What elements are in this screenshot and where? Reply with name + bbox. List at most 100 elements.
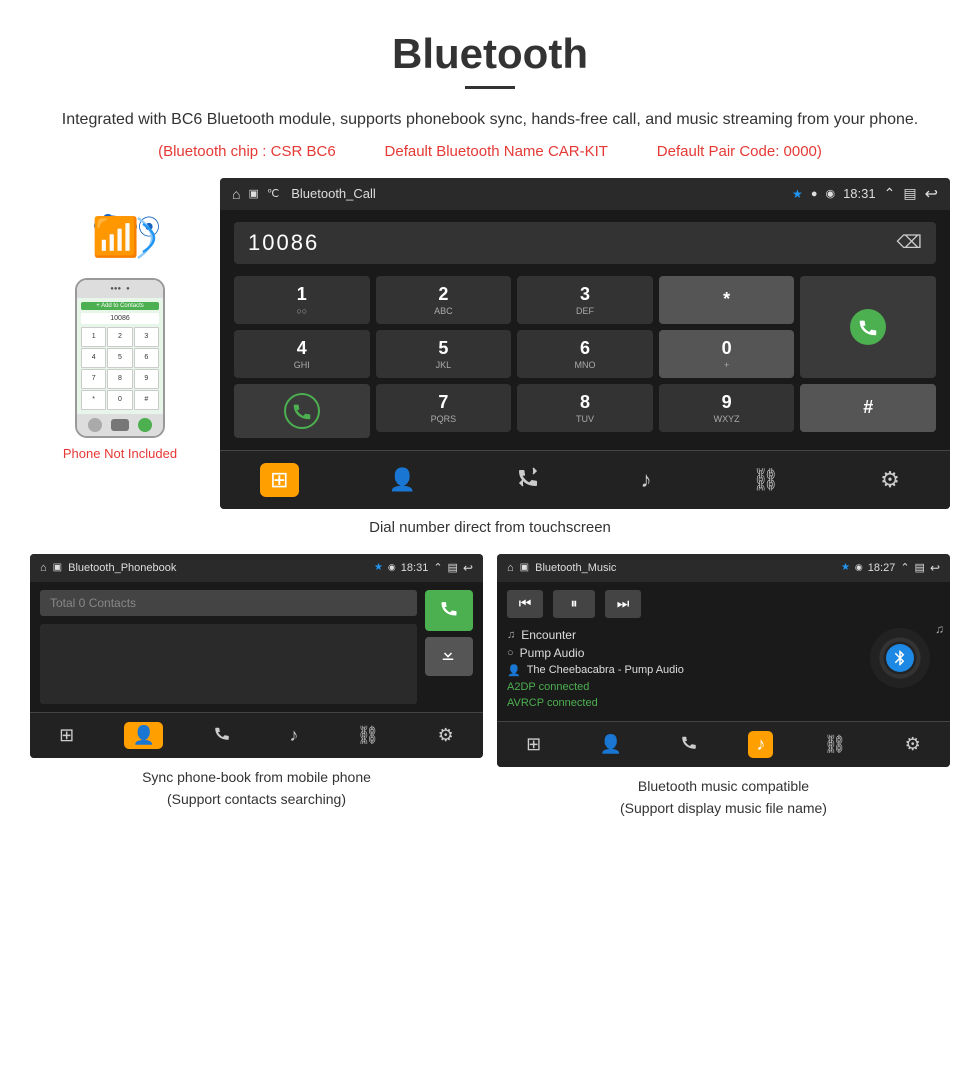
key-6-button[interactable]: 6 MNO xyxy=(517,330,653,378)
album-line: ○ Pump Audio xyxy=(507,646,860,660)
ms-nav-link[interactable]: ⛓ xyxy=(816,731,855,758)
phonebook-status-bar: ⌂ ▣ Bluetooth_Phonebook ★ ◉ 18:31 ⌃ ▤ ↩ xyxy=(30,554,483,582)
subtitle-text: Integrated with BC6 Bluetooth module, su… xyxy=(0,107,980,133)
key-6-sub: MNO xyxy=(574,360,595,370)
pb-menu-icon: ▤ xyxy=(448,561,458,574)
pb-nav-settings[interactable]: ⚙ xyxy=(430,722,462,749)
home-icon: ⌂ xyxy=(232,186,240,202)
phone-key-7: 7 xyxy=(81,369,106,389)
track-name: Encounter xyxy=(521,628,576,642)
key-0-button[interactable]: 0 + xyxy=(659,330,795,378)
key-star-button[interactable]: * xyxy=(659,276,795,324)
phone-add-contact: + Add to Contacts xyxy=(81,302,159,310)
nav-music-icon[interactable]: ♪ xyxy=(631,463,662,497)
phone-bottom-bar xyxy=(77,414,163,436)
music-item: ⌂ ▣ Bluetooth_Music ★ ◉ 18:27 ⌃ ▤ ↩ ⏮ ⏸ xyxy=(497,554,950,820)
pb-nav-transfer[interactable] xyxy=(205,721,239,750)
key-hash-label: # xyxy=(863,397,873,418)
ms-home-icon: ⌂ xyxy=(507,562,514,574)
dial-input-display: 10086 ⌫ xyxy=(234,222,936,264)
ms-nav-music[interactable]: ♪ xyxy=(748,731,773,758)
call-button[interactable] xyxy=(800,276,936,378)
pb-nav-dialpad[interactable]: ⊞ xyxy=(51,722,82,749)
title-divider xyxy=(465,86,515,89)
key-5-button[interactable]: 5 JKL xyxy=(376,330,512,378)
back-icon: ↩ xyxy=(925,184,938,204)
bluetooth-signal-icon: ʘ ❀ ⦿⦿ 📶 xyxy=(80,208,160,268)
contact-list-area xyxy=(40,624,417,704)
pb-home-icon: ⌂ xyxy=(40,562,47,574)
music-content: ⏮ ⏸ ⏭ ♫ Encounter ○ Pump Audio xyxy=(497,582,950,721)
bt-status-icon: ★ xyxy=(792,187,803,201)
album-name: Pump Audio xyxy=(520,646,585,660)
key-hash-button[interactable]: # xyxy=(800,384,936,432)
phonebook-item: ⌂ ▣ Bluetooth_Phonebook ★ ◉ 18:31 ⌃ ▤ ↩ xyxy=(30,554,483,820)
recall-button[interactable] xyxy=(234,384,370,438)
ms-nav-transfer[interactable] xyxy=(672,730,706,759)
play-pause-button[interactable]: ⏸ xyxy=(553,590,595,618)
phone-key-6: 6 xyxy=(134,348,159,368)
pb-nav-music[interactable]: ♪ xyxy=(281,722,306,749)
nav-settings-icon[interactable]: ⚙ xyxy=(870,463,910,497)
key-3-sub: DEF xyxy=(576,306,594,316)
phone-side: ʘ ❀ ⦿⦿ 📶 ●●● ● + Add to Contacts 10086 xyxy=(30,178,210,461)
pb-download-svg xyxy=(439,645,457,663)
vinyl-disc-wrap: ♫ xyxy=(870,628,940,698)
artist-line: 👤 The Cheebacabra - Pump Audio xyxy=(507,664,860,677)
key-1-label: 1 xyxy=(297,284,307,305)
pb-back-icon: ↩ xyxy=(463,561,473,575)
nav-dialpad-icon[interactable]: ⊞ xyxy=(260,463,298,497)
pb-nav-link[interactable]: ⛓ xyxy=(349,722,388,749)
phone-key-hash: # xyxy=(134,390,159,410)
next-track-button[interactable]: ⏭ xyxy=(605,590,641,618)
nav-contacts-icon[interactable]: 👤 xyxy=(379,463,426,497)
ms-nav-settings[interactable]: ⚙ xyxy=(897,731,929,758)
music-nav-bar: ⊞ 👤 ♪ ⛓ ⚙ xyxy=(497,721,950,767)
music-notes-icon: ♫ xyxy=(935,622,944,636)
ms-nav-contacts[interactable]: 👤 xyxy=(591,731,629,758)
ms-nav-dialpad[interactable]: ⊞ xyxy=(518,731,549,758)
music-note-icon: ♫ xyxy=(507,629,515,641)
ms-menu-icon: ▤ xyxy=(915,561,925,574)
track-line: ♫ Encounter xyxy=(507,628,860,642)
code-label: Default Pair Code: 0000) xyxy=(657,143,822,160)
key-8-button[interactable]: 8 TUV xyxy=(517,384,653,432)
pb-bt-icon: ★ xyxy=(374,562,383,573)
call-status-icon: ℃ xyxy=(267,187,279,200)
key-1-button[interactable]: 1 ○○ xyxy=(234,276,370,324)
name-label: Default Bluetooth Name CAR-KIT xyxy=(385,143,608,160)
phone-key-5: 5 xyxy=(107,348,132,368)
status-bar-left: ⌂ ▣ ℃ Bluetooth_Call xyxy=(232,186,376,202)
artist-name: The Cheebacabra - Pump Audio xyxy=(527,664,684,676)
nav-transfer-icon[interactable] xyxy=(506,461,550,499)
key-4-button[interactable]: 4 GHI xyxy=(234,330,370,378)
prev-track-button[interactable]: ⏮ xyxy=(507,590,543,618)
car-call-screen: ⌂ ▣ ℃ Bluetooth_Call ★ ● ◉ 18:31 ⌃ ▤ ↩ xyxy=(220,178,950,509)
phone-mockup: ●●● ● + Add to Contacts 10086 1 2 3 4 5 … xyxy=(75,278,165,438)
key-0-label: 0 xyxy=(722,338,732,359)
backspace-button[interactable]: ⌫ xyxy=(897,232,922,253)
key-1-sub: ○○ xyxy=(296,306,307,316)
phonebook-call-button[interactable] xyxy=(425,590,473,631)
key-2-button[interactable]: 2 ABC xyxy=(376,276,512,324)
expand-icon: ⌃ xyxy=(884,185,896,202)
wifi-icon: ◉ xyxy=(825,187,835,200)
phone-key-0: 0 xyxy=(107,390,132,410)
key-3-label: 3 xyxy=(580,284,590,305)
phonebook-download-button[interactable] xyxy=(425,637,473,676)
pb-display-icon: ▣ xyxy=(53,562,62,573)
album-icon: ○ xyxy=(507,647,514,659)
menu-icon: ▤ xyxy=(903,185,916,202)
nav-link-icon[interactable]: ⛓ xyxy=(742,463,790,497)
key-3-button[interactable]: 3 DEF xyxy=(517,276,653,324)
phone-key-1: 1 xyxy=(81,327,106,347)
key-7-button[interactable]: 7 PQRS xyxy=(376,384,512,432)
phone-back-btn xyxy=(88,418,102,432)
key-2-label: 2 xyxy=(438,284,448,305)
key-6-label: 6 xyxy=(580,338,590,359)
pb-nav-contacts[interactable]: 👤 xyxy=(124,722,162,749)
phonebook-caption: Sync phone-book from mobile phone(Suppor… xyxy=(30,766,483,811)
display-icon: ▣ xyxy=(248,187,258,200)
key-9-button[interactable]: 9 WXYZ xyxy=(659,384,795,432)
contact-search-bar[interactable]: Total 0 Contacts xyxy=(40,590,417,616)
